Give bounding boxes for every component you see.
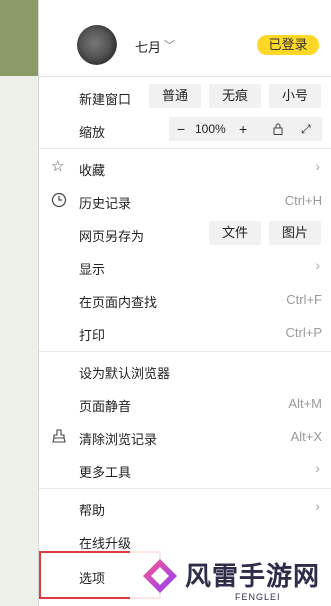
fullscreen-icon[interactable]: ⤢ [301, 122, 311, 136]
clear-history-label: 清除浏览记录 [79, 432, 158, 447]
divider [39, 351, 331, 352]
profile-section: 七月 ﹀ 已登录 [39, 0, 331, 77]
new-window-incognito-button[interactable]: 无痕 [209, 84, 261, 108]
chevron-right-icon: › [315, 257, 320, 273]
chevron-right-icon: › [315, 460, 320, 476]
print-shortcut: Ctrl+P [285, 325, 322, 340]
username[interactable]: 七月 [135, 37, 161, 56]
divider [39, 488, 331, 489]
zoom-in-button[interactable]: + [239, 117, 247, 141]
page-background-top [0, 0, 40, 76]
new-window-alt-account-button[interactable]: 小号 [269, 84, 321, 108]
save-page-label: 网页另存为 [79, 229, 145, 244]
browser-main-menu: 七月 ﹀ 已登录 新建窗口 普通 无痕 小号 缩放 − 100% + ⤢ ☆ 收… [38, 0, 331, 606]
clock-icon [51, 192, 67, 208]
watermark-logo [143, 559, 177, 593]
display-label: 显示 [79, 262, 106, 277]
menu-item-more-tools[interactable]: 更多工具 › [39, 453, 331, 486]
zoom-level: 100% [195, 122, 226, 136]
page-background-left [0, 76, 40, 606]
menu-item-display[interactable]: 显示 › [39, 250, 331, 283]
menu-item-mute[interactable]: 页面静音 Alt+M [39, 387, 331, 420]
watermark-text: 风雷手游网 [185, 562, 321, 592]
watermark: 风雷手游网 FENGLEI [130, 548, 330, 606]
menu-item-print[interactable]: 打印 Ctrl+P [39, 316, 331, 349]
mute-shortcut: Alt+M [288, 396, 322, 411]
mute-label: 页面静音 [79, 399, 132, 414]
history-label: 历史记录 [79, 196, 132, 211]
star-icon: ☆ [51, 158, 65, 175]
chevron-down-icon[interactable]: ﹀ [164, 37, 175, 53]
menu-item-zoom: 缩放 − 100% + ⤢ [39, 113, 331, 146]
menu-item-default-browser[interactable]: 设为默认浏览器 [39, 354, 331, 387]
menu-item-new-window: 新建窗口 普通 无痕 小号 [39, 80, 331, 113]
zoom-label: 缩放 [79, 125, 106, 140]
chevron-right-icon: › [315, 158, 320, 174]
zoom-out-button[interactable]: − [177, 117, 185, 141]
divider [39, 148, 331, 149]
save-as-file-button[interactable]: 文件 [209, 221, 261, 245]
avatar[interactable] [77, 25, 117, 65]
broom-icon [52, 429, 66, 443]
menu-item-find[interactable]: 在页面内查找 Ctrl+F [39, 283, 331, 316]
clear-history-shortcut: Alt+X [290, 429, 322, 444]
zoom-controls: − 100% + ⤢ [169, 117, 322, 141]
watermark-subtext: FENGLEI [235, 592, 281, 602]
more-tools-label: 更多工具 [79, 465, 132, 480]
find-shortcut: Ctrl+F [286, 292, 322, 307]
save-as-image-button[interactable]: 图片 [269, 221, 321, 245]
menu-item-clear-history[interactable]: 清除浏览记录 Alt+X [39, 420, 331, 453]
upgrade-label: 在线升级 [79, 536, 132, 551]
new-window-normal-button[interactable]: 普通 [149, 84, 201, 108]
find-label: 在页面内查找 [79, 295, 158, 310]
menu-item-save-page: 网页另存为 文件 图片 [39, 217, 331, 250]
menu-item-history[interactable]: 历史记录 Ctrl+H [39, 184, 331, 217]
login-status-button[interactable]: 已登录 [257, 35, 319, 55]
favorites-label: 收藏 [79, 163, 106, 178]
print-label: 打印 [79, 328, 106, 343]
new-window-label: 新建窗口 [79, 92, 132, 107]
help-label: 帮助 [79, 503, 106, 518]
default-browser-label: 设为默认浏览器 [79, 366, 171, 381]
history-shortcut: Ctrl+H [284, 193, 322, 208]
menu-item-favorites[interactable]: ☆ 收藏 › [39, 151, 331, 184]
chevron-right-icon: › [315, 498, 320, 514]
menu-item-help[interactable]: 帮助 › [39, 491, 331, 524]
lock-icon[interactable] [273, 123, 283, 135]
